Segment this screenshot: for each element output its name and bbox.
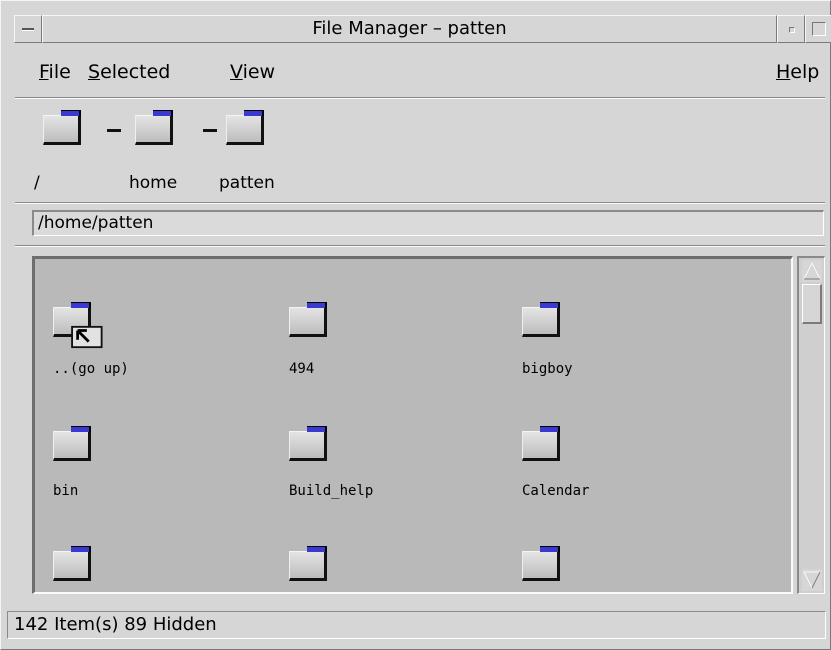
file-item-go-up[interactable]: ..(go up) (53, 301, 233, 401)
minimize-icon (789, 27, 795, 33)
file-label: 494 (289, 361, 315, 377)
path-root-label[interactable]: / (34, 173, 40, 193)
file-item-build-help[interactable]: Build_help (289, 425, 469, 525)
arrow-up-icon (803, 261, 821, 280)
file-item-bin[interactable]: bin (53, 425, 233, 525)
maximize-icon (812, 22, 826, 36)
file-item[interactable] (53, 545, 233, 592)
file-pane[interactable]: ..(go up) 494 bigboy bin Build_help Cale… (32, 256, 793, 594)
file-label: bin (53, 483, 79, 499)
menu-bar: File Selected View Help (15, 53, 825, 93)
window-title[interactable]: File Manager – patten (42, 15, 777, 43)
file-label: Build_help (289, 483, 374, 499)
path-separator (203, 129, 217, 132)
file-item[interactable] (289, 545, 469, 592)
path-home-label[interactable]: home (129, 173, 177, 193)
menu-selected-mnemonic: S (88, 61, 101, 83)
file-label: Calendar (522, 483, 590, 499)
menu-view-label: iew (242, 61, 276, 83)
maximize-button[interactable] (805, 15, 831, 43)
scroll-thumb[interactable] (802, 284, 822, 324)
menu-selected-label: elected (100, 61, 171, 83)
menu-view[interactable]: View (230, 61, 275, 83)
file-label: bigboy (522, 361, 573, 377)
path-separator-line (15, 202, 825, 204)
path-root-folder-icon[interactable] (43, 109, 85, 145)
file-manager-window: File Manager – patten File Selected View… (0, 0, 831, 650)
menu-separator (15, 97, 825, 99)
path-patten-folder-icon[interactable] (226, 109, 268, 145)
path-separator (107, 129, 121, 132)
minimize-button[interactable] (777, 15, 805, 43)
menu-help[interactable]: Help (776, 61, 819, 83)
status-bar: 142 Item(s) 89 Hidden (7, 611, 826, 639)
window-menu-button[interactable] (14, 15, 42, 43)
menu-selected[interactable]: Selected (88, 61, 170, 83)
window-menu-icon (22, 28, 34, 31)
menu-view-mnemonic: V (230, 61, 243, 83)
arrow-down-icon (803, 571, 821, 590)
folder-icon (522, 545, 564, 581)
go-up-arrow-icon (71, 325, 103, 349)
file-item-calendar[interactable]: Calendar (522, 425, 702, 525)
file-item-bigboy[interactable]: bigboy (522, 301, 702, 401)
folder-icon (522, 425, 564, 461)
file-item-494[interactable]: 494 (289, 301, 469, 401)
folder-icon (53, 425, 95, 461)
menu-file[interactable]: File (39, 61, 71, 83)
menu-help-mnemonic: H (776, 61, 791, 83)
scroll-down-button[interactable] (802, 569, 822, 591)
menu-file-mnemonic: F (39, 61, 49, 83)
vertical-scrollbar[interactable] (797, 256, 825, 594)
folder-icon (53, 545, 95, 581)
file-item[interactable] (522, 545, 702, 592)
address-separator-line (15, 245, 825, 247)
scroll-up-button[interactable] (802, 260, 822, 282)
menu-help-label: elp (790, 61, 820, 83)
folder-icon (289, 425, 331, 461)
folder-icon (289, 545, 331, 581)
address-field[interactable]: /home/patten (32, 210, 824, 236)
path-home-folder-icon[interactable] (135, 109, 177, 145)
path-patten-label[interactable]: patten (219, 173, 275, 193)
file-label: ..(go up) (53, 361, 129, 377)
title-bar: File Manager – patten (7, 7, 831, 43)
folder-icon (289, 301, 331, 337)
menu-file-label: ile (48, 61, 71, 83)
folder-icon (522, 301, 564, 337)
